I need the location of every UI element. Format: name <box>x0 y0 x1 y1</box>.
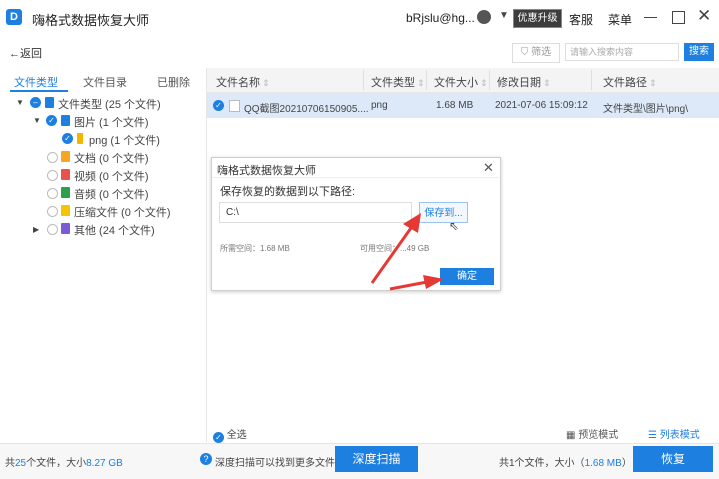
annotation-arrow-to-save-to <box>370 213 421 284</box>
checkbox-checked-icon: ✓ <box>213 432 224 443</box>
selected-files-summary: 共1个文件，大小（1.68 MB） <box>499 458 632 469</box>
preview-mode-button[interactable]: ▦ 预览模式 <box>566 426 618 441</box>
list-mode-button[interactable]: ☰ 列表模式 <box>648 426 700 441</box>
select-all-label: 全选 <box>226 430 247 441</box>
deep-scan-hint: 深度扫描可以找到更多文件 <box>215 458 335 469</box>
list-icon: ☰ <box>648 430 657 441</box>
annotation-arrows <box>370 213 444 291</box>
grid-icon: ▦ <box>566 430 576 441</box>
select-all-checkbox[interactable]: ✓ 全选 <box>213 426 247 443</box>
annotation-arrow-to-confirm <box>389 275 444 291</box>
list-mode-label: 列表模式 <box>659 430 700 441</box>
deep-scan-button[interactable]: 深度扫描 <box>335 446 418 472</box>
preview-mode-label: 预览模式 <box>578 430 619 441</box>
recover-button[interactable]: 恢复 <box>633 446 713 472</box>
total-files-summary: 共25个文件，大小8.27 GB <box>5 458 123 469</box>
help-icon: ? <box>200 453 212 465</box>
